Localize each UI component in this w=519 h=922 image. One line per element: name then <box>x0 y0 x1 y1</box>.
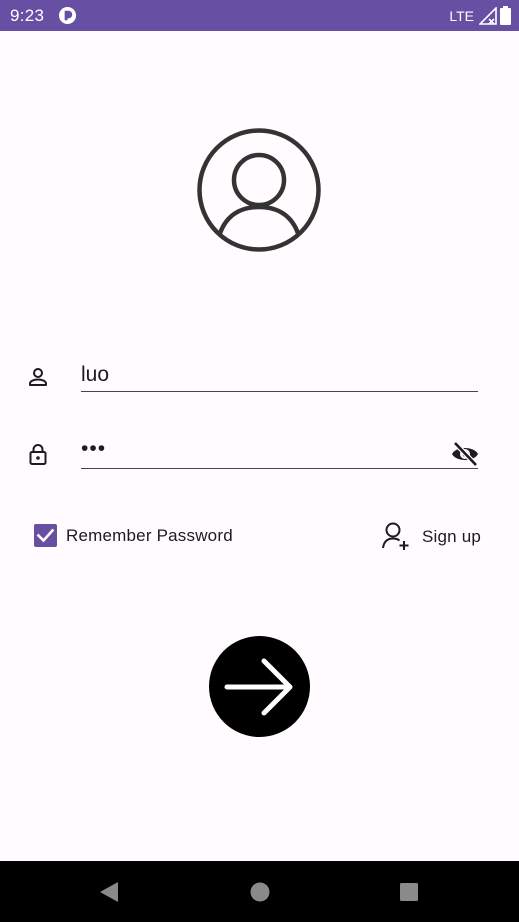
network-type: LTE <box>449 7 474 24</box>
home-icon[interactable] <box>247 879 273 905</box>
check-icon <box>36 528 55 543</box>
person-icon <box>29 368 47 386</box>
user-circle-icon <box>197 128 321 252</box>
password-field[interactable]: ••• <box>81 436 478 469</box>
recents-icon[interactable] <box>396 879 422 905</box>
status-bar: 9:23 LTE <box>0 0 519 31</box>
login-submit-button[interactable] <box>209 636 310 737</box>
back-icon[interactable] <box>96 879 122 905</box>
sign-up-button[interactable]: Sign up <box>380 520 484 552</box>
username-value: luo <box>81 363 110 386</box>
password-value: ••• <box>81 437 107 460</box>
navigation-bar <box>0 861 519 922</box>
remember-password-checkbox[interactable] <box>34 524 57 547</box>
sign-up-label: Sign up <box>422 527 482 546</box>
battery-icon <box>500 6 511 25</box>
person-add-icon <box>382 522 409 550</box>
username-field[interactable]: luo <box>81 360 478 392</box>
arrow-right-icon <box>224 658 293 716</box>
visibility-off-icon[interactable] <box>450 440 480 468</box>
app-notification-icon <box>58 6 77 25</box>
status-indicators: LTE <box>449 5 511 26</box>
signal-icon <box>479 6 497 25</box>
remember-password-label[interactable]: Remember Password <box>66 526 233 546</box>
status-time: 9:23 <box>10 6 45 25</box>
lock-icon <box>29 444 47 465</box>
